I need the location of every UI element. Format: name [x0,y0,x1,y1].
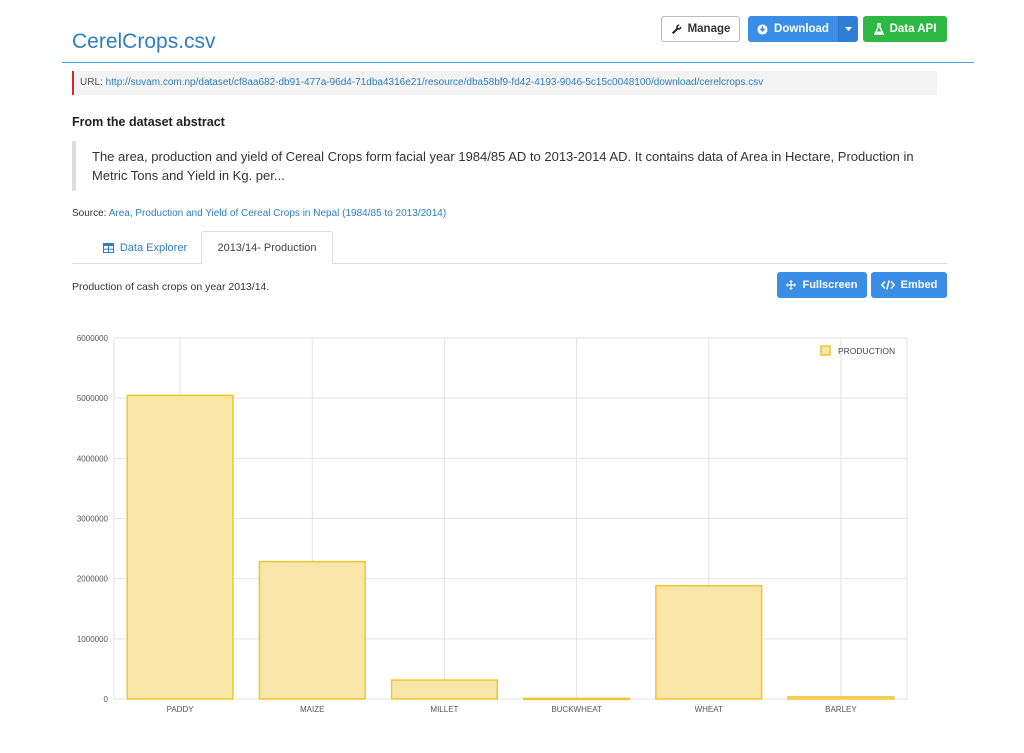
bar [522,697,631,701]
manage-button[interactable]: Manage [661,16,740,42]
data-api-button[interactable]: Data API [863,16,947,42]
wrench-icon [671,24,681,34]
code-icon [880,280,895,290]
download-button[interactable]: Download [748,16,838,42]
x-tick-label: BUCKWHEAT [551,705,602,714]
tab-production-label: 2013/14- Production [217,241,317,254]
x-tick-label: BARLEY [825,705,857,714]
bar [126,394,234,700]
x-tick-label: WHEAT [695,705,723,714]
manage-label: Manage [687,23,731,35]
download-circle-icon [757,23,768,35]
x-tick-label: MILLET [430,705,458,714]
y-tick-label: 6000000 [77,334,109,343]
source-link[interactable]: Area, Production and Yield of Cereal Cro… [109,208,446,219]
x-tick-label: MAIZE [300,705,324,714]
y-tick-label: 4000000 [77,454,109,463]
tab-data-explorer-label: Data Explorer [119,241,188,254]
resource-url-box: URL: http://suvam.com.np/dataset/cf8aa68… [72,71,937,95]
move-arrows-icon [786,280,797,290]
bar [655,584,763,700]
tab-data-explorer[interactable]: Data Explorer [90,231,200,264]
y-tick-label: 1000000 [77,635,109,644]
data-api-label: Data API [889,23,937,35]
bar [258,560,366,700]
y-tick-label: 5000000 [77,394,109,403]
url-label: URL: [80,77,103,88]
legend-swatch [820,345,831,356]
tab-production[interactable]: 2013/14- Production [201,231,333,264]
embed-label: Embed [900,279,938,291]
caret-down-icon [845,26,852,31]
resource-url-link[interactable]: http://suvam.com.np/dataset/cf8aa682-db9… [106,77,764,88]
production-bar-chart: 0 1000000 2000000 3000000 4000000 5000000 6000… [77,334,908,714]
abstract-heading: From the dataset abstract [72,115,225,129]
source-line: Source: Area, Production and Yield of Ce… [72,208,446,219]
x-tick-label: PADDY [167,705,195,714]
y-tick-label: 2000000 [77,575,109,584]
abstract-quote: The area, production and yield of Cereal… [72,141,947,191]
y-tick-label: 3000000 [77,515,109,524]
bar [390,679,499,700]
header-divider [62,62,974,63]
y-tick-label: 0 [104,695,109,704]
fullscreen-label: Fullscreen [802,279,858,291]
download-options-button[interactable] [838,16,858,42]
fullscreen-button[interactable]: Fullscreen [777,272,867,298]
table-icon [102,242,114,253]
bar [787,696,895,700]
view-description: Production of cash crops on year 2013/14… [72,281,270,293]
legend-label: PRODUCTION [838,346,895,356]
source-label: Source: [72,208,107,219]
download-label: Download [774,23,829,35]
embed-button[interactable]: Embed [871,272,947,298]
flask-icon [873,23,884,35]
page-title: CerelCrops.csv [72,30,216,53]
